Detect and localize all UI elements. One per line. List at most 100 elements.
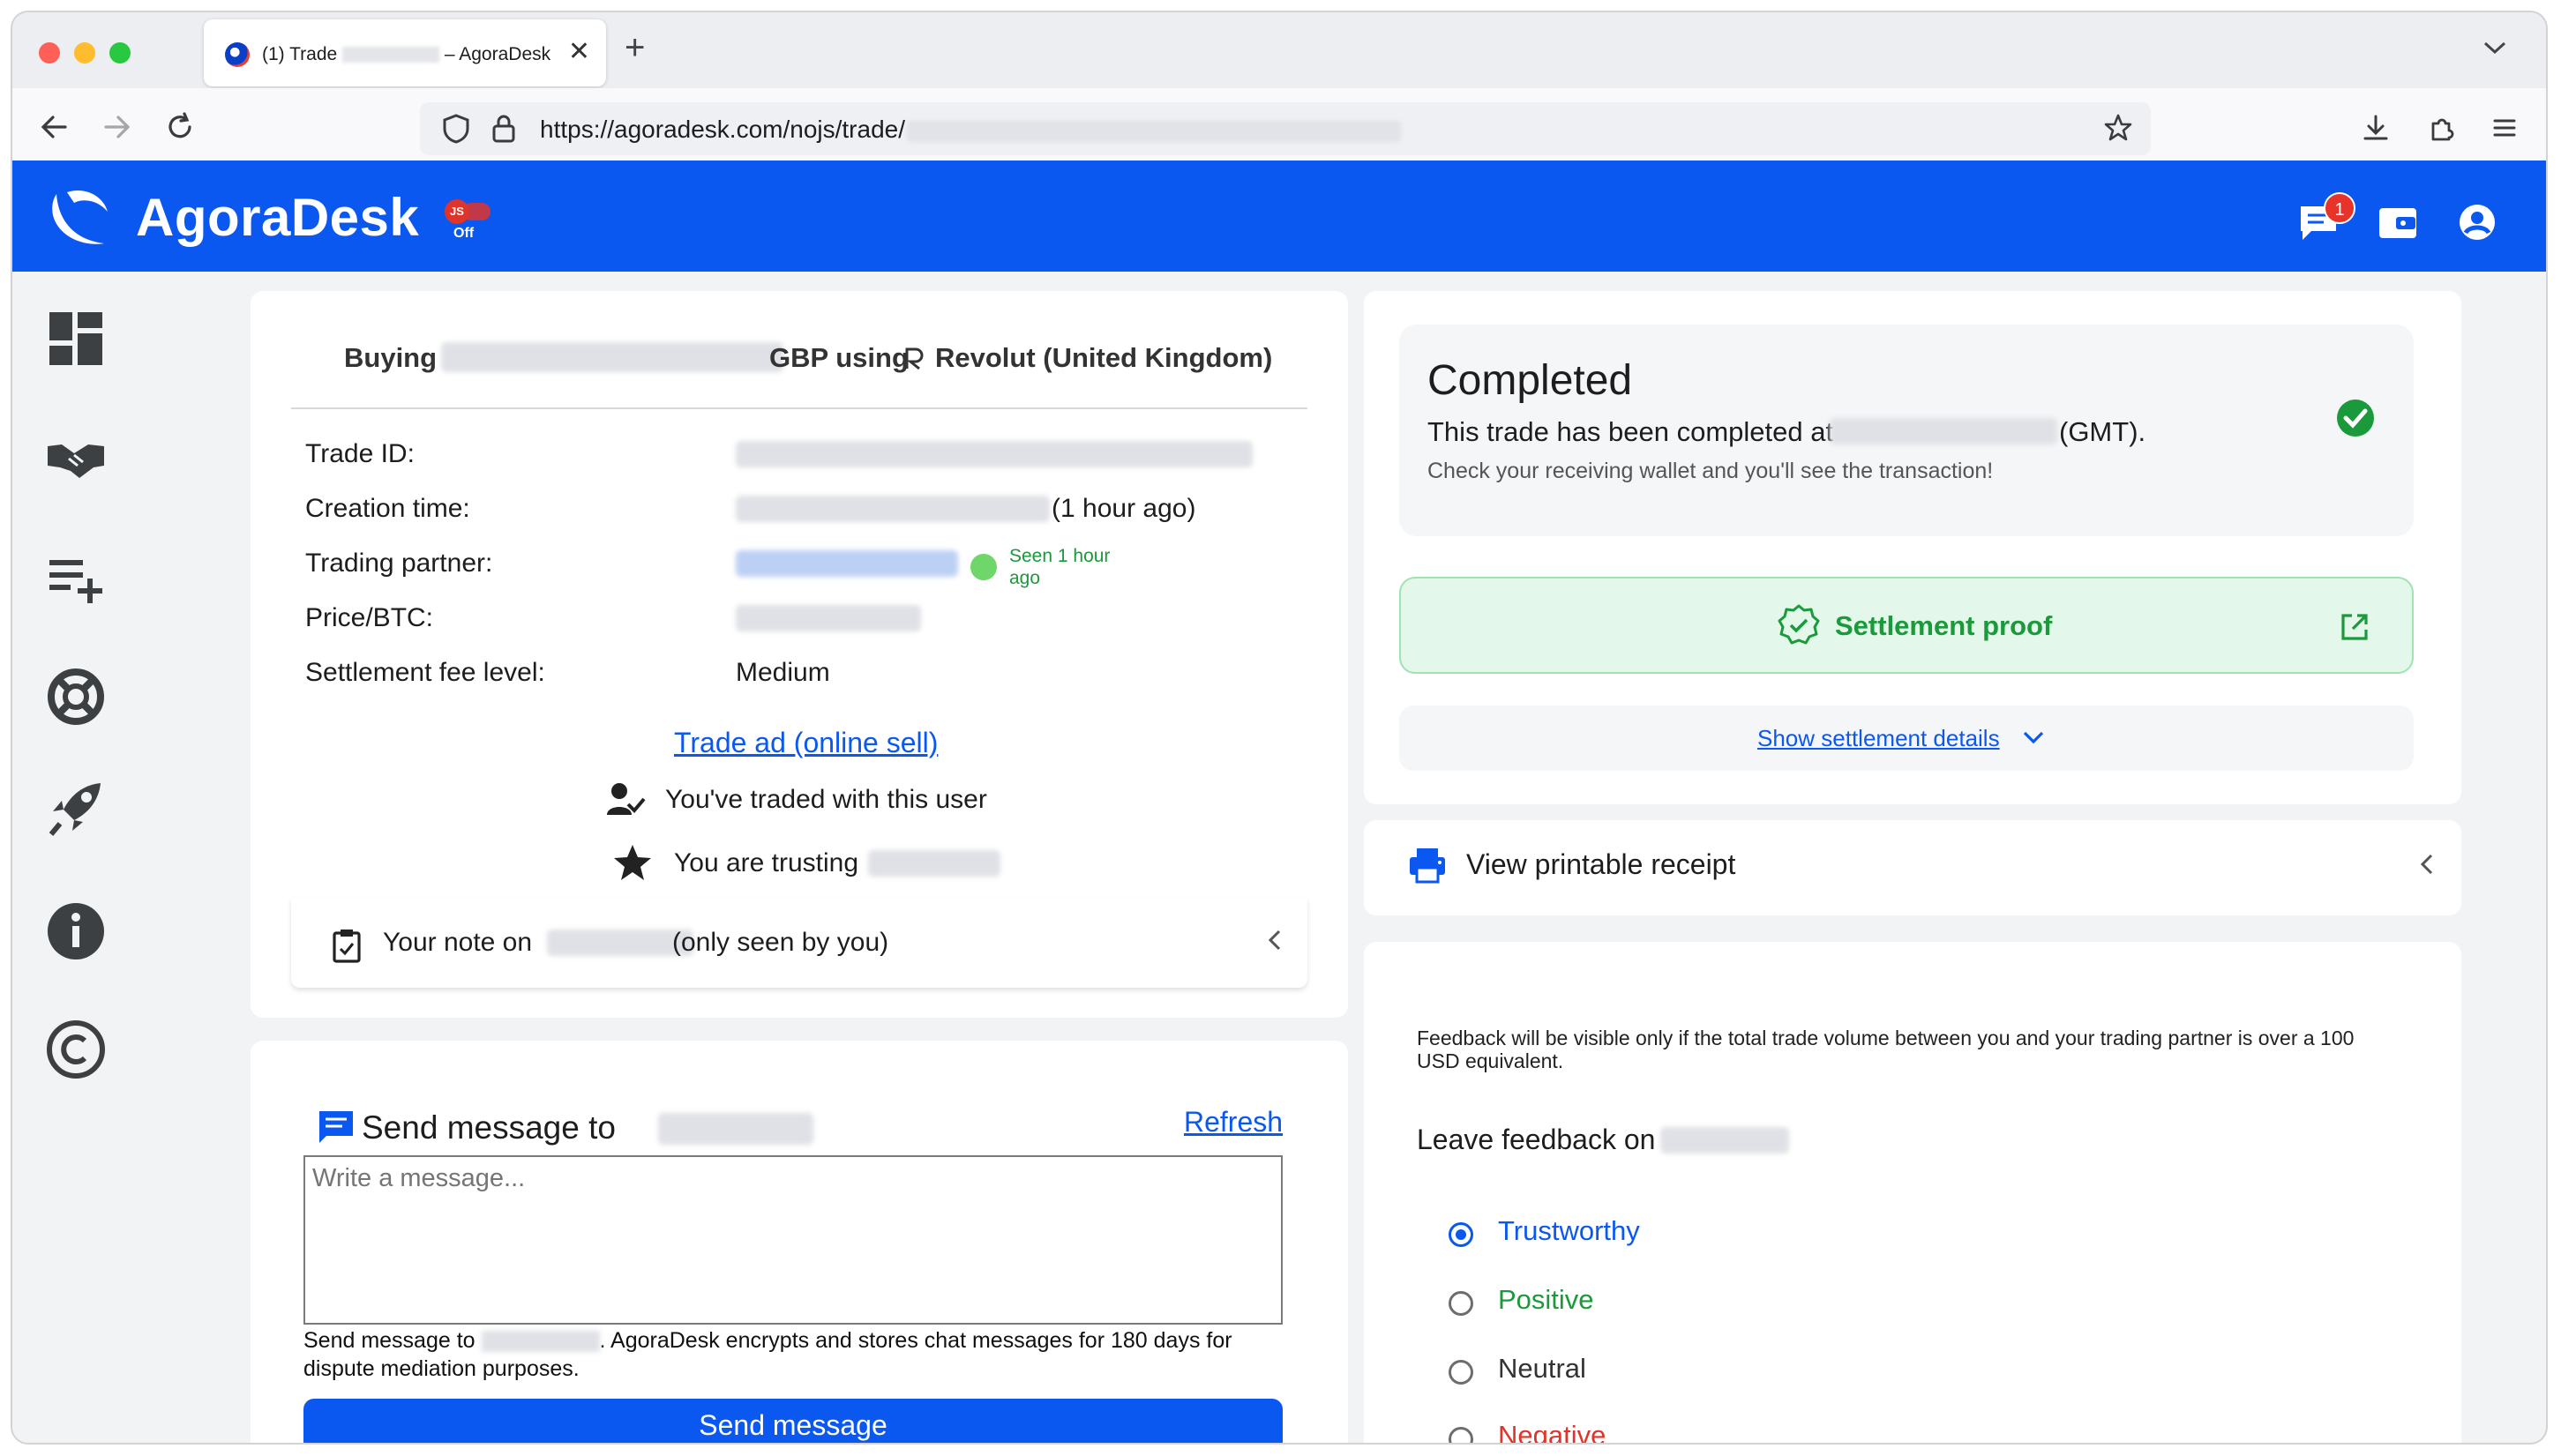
clipboard-icon [333,930,361,963]
close-window-button[interactable] [39,42,60,63]
bookmark-star-icon[interactable] [2103,113,2133,143]
currency-using: GBP using [769,342,909,373]
agoradesk-logo-icon[interactable] [48,185,115,250]
app-header: AgoraDesk JS Off 1 [12,161,2546,272]
traded-with-user: You've traded with this user [665,785,987,814]
message-input[interactable] [303,1155,1283,1325]
feedback-neutral-radio[interactable] [1449,1360,1473,1385]
trade-id-redacted[interactable] [736,441,1253,467]
address-bar[interactable]: https://agoradesk.com/nojs/trade/ [420,102,2151,155]
completion-time-redacted [1830,418,2057,444]
feedback-negative-label[interactable]: Negative [1498,1420,1606,1443]
chat-message-icon [319,1111,353,1143]
reload-icon[interactable] [164,111,196,143]
copyright-icon[interactable] [44,1018,108,1081]
account-icon[interactable] [2456,201,2498,243]
lock-icon[interactable] [490,113,517,145]
hint-user-redacted [481,1331,600,1353]
settlement-proof-button[interactable]: Settlement proof [1399,577,2414,674]
completed-suffix: (GMT). [2059,416,2146,447]
open-external-icon [2341,614,2368,640]
trusted-user-redacted [868,850,1000,877]
note-panel[interactable]: Your note on (only seen by you) [291,898,1307,988]
feedback-neutral-label[interactable]: Neutral [1498,1353,1586,1385]
settlement-details-toggle[interactable]: Show settlement details [1399,706,2414,771]
completed-check-icon [2337,399,2374,437]
back-arrow-icon[interactable] [39,111,71,143]
seen-status: Seen 1 hour ago [1009,546,1111,588]
support-lifebuoy-icon[interactable] [44,665,108,728]
menu-icon[interactable] [2490,113,2520,143]
fee-level-label: Settlement fee level: [305,658,545,687]
status-card: Completed This trade has been completed … [1364,291,2461,804]
online-status-dot [970,554,997,580]
rocket-icon[interactable] [44,778,108,841]
status-subtext: Check your receiving wallet and you'll s… [1427,459,1994,483]
tab-bar: (1) Trade – AgoraDesk ✕ + [12,12,2546,88]
fee-level-value: Medium [736,658,830,687]
refresh-link[interactable]: Refresh [1184,1106,1283,1139]
dashboard-icon[interactable] [44,307,108,370]
receipt-card[interactable]: View printable receipt [1364,820,2461,915]
completed-prefix: This trade has been completed at [1427,416,1834,447]
feedback-positive-radio[interactable] [1449,1291,1473,1316]
js-label: JS [445,199,469,224]
browser-window: (1) Trade – AgoraDesk ✕ + https://agorad… [12,12,2546,1443]
traded-user-icon [607,783,646,815]
info-icon[interactable] [44,900,108,963]
hint-prefix: Send message to [303,1328,476,1353]
trade-heading: Buying [344,342,438,373]
js-off-indicator[interactable]: JS Off [443,199,496,245]
status-title: Completed [1427,357,1633,404]
price-redacted [736,605,921,631]
message-hint: Send message to . AgoraDesk encrypts and… [303,1326,1283,1383]
tab-list-chevron-icon[interactable] [2482,39,2507,56]
payment-method: Revolut (United Kingdom) [935,342,1273,373]
close-tab-icon[interactable]: ✕ [568,39,590,65]
completed-panel: Completed This trade has been completed … [1399,325,2414,536]
maximize-window-button[interactable] [109,42,131,63]
leave-feedback-label: Leave feedback on [1417,1124,1656,1155]
new-tab-icon[interactable]: + [625,30,645,65]
note-suffix: (only seen by you) [672,928,889,957]
trade-info-card: Buying GBP using Revolut (United Kingdom… [251,291,1348,1018]
trading-partner-link[interactable] [736,550,958,577]
trust-star-icon [614,845,651,880]
post-ad-icon[interactable] [44,547,108,610]
feedback-trustworthy-label[interactable]: Trustworthy [1498,1215,1640,1247]
view-receipt-label: View printable receipt [1466,848,1736,880]
send-message-button[interactable]: Send message [303,1399,1283,1443]
extensions-icon[interactable] [2426,113,2456,143]
browser-tab[interactable]: (1) Trade – AgoraDesk ✕ [204,19,606,86]
feedback-positive-label[interactable]: Positive [1498,1284,1594,1316]
brand-name[interactable]: AgoraDesk [136,187,419,248]
handshake-trades-icon[interactable] [44,427,108,490]
trade-id-label: Trade ID: [305,439,415,468]
verified-badge-icon [1778,604,1820,645]
trusting-text: You are trusting [674,848,859,877]
sidebar [12,272,145,1443]
show-settlement-details-link[interactable]: Show settlement details [1757,725,2000,752]
receipt-chevron-icon[interactable] [2419,852,2435,877]
url-text: https://agoradesk.com/nojs/trade/ [540,116,1401,144]
trade-ad-link[interactable]: Trade ad (online sell) [674,727,938,759]
chevron-down-icon[interactable] [2022,730,2045,746]
creation-time-relative: (1 hour ago) [1052,494,1196,523]
forward-arrow-icon[interactable] [101,111,132,143]
printer-icon [1410,848,1445,884]
note-expand-chevron-icon[interactable] [1267,928,1283,952]
minimize-window-button[interactable] [74,42,95,63]
downloads-icon[interactable] [2361,113,2391,143]
feedback-trustworthy-radio[interactable] [1449,1222,1473,1247]
wallet-icon[interactable] [2377,201,2419,243]
settlement-proof-label: Settlement proof [1835,610,2053,641]
creation-time-label: Creation time: [305,494,470,523]
js-state-label: Off [453,226,475,241]
recipient-redacted [658,1113,813,1145]
revolut-icon [905,347,924,370]
feedback-user-redacted [1660,1127,1789,1154]
price-label: Price/BTC: [305,603,434,632]
notification-count-badge: 1 [2324,192,2355,224]
amount-redacted [441,342,783,372]
tracking-shield-icon[interactable] [441,113,471,145]
